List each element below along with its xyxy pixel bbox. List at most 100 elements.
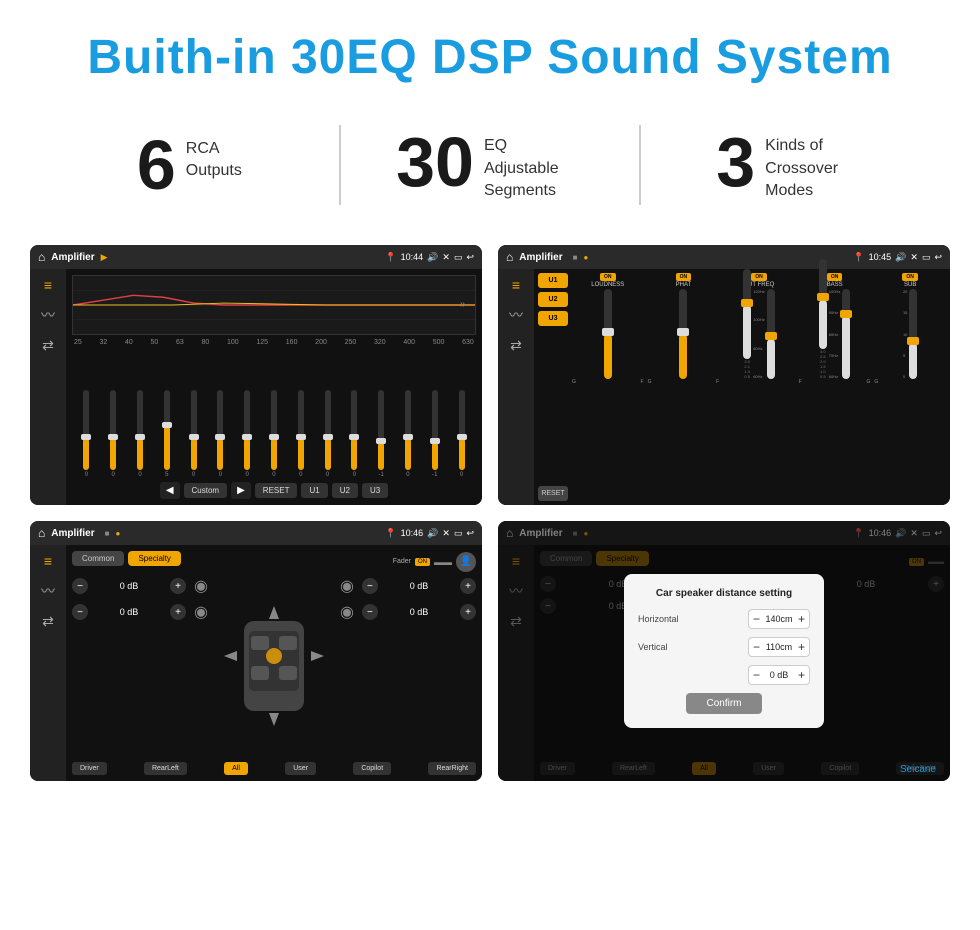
amp-top-row: ON LOUDNESS GF — [572, 273, 946, 385]
amp-reset-btn[interactable]: RESET — [538, 486, 568, 501]
time-3: 10:46 — [401, 528, 424, 538]
eq-prev-button[interactable]: ◀ — [160, 482, 180, 499]
loudness-label: LOUDNESS — [591, 282, 624, 288]
amp-loudness: ON LOUDNESS GF — [572, 273, 644, 385]
time-1: 10:44 — [401, 252, 424, 262]
fader-tab-specialty[interactable]: Specialty — [128, 551, 180, 566]
fader-plus-1[interactable]: + — [170, 578, 186, 594]
bass-scale: FG — [799, 379, 871, 385]
stat-label-rca: RCAOutputs — [186, 130, 242, 183]
fader-sidebar: ≡ 〰 ⇄ — [30, 545, 66, 781]
eq-slider-8: 0 — [288, 390, 313, 478]
fader-sidebar-icon-2[interactable]: 〰 — [41, 581, 55, 601]
fader-user-icon[interactable]: 👤 — [456, 552, 476, 572]
fader-db-row-4: ◉ − 0 dB + — [340, 602, 476, 622]
amp-phat: ON PHAT GF — [648, 273, 720, 385]
sidebar-arrow-icon[interactable]: ⇄ — [42, 337, 54, 354]
amp-cutfreq: ON CUT FREQ 3.02.11.30.5 — [723, 273, 795, 385]
amp-u2-btn[interactable]: U2 — [538, 292, 568, 307]
loudness-on-tag: ON — [600, 273, 616, 281]
fader-tabs: Common Specialty — [72, 551, 181, 566]
eq-next-button[interactable]: ▶ — [231, 482, 251, 499]
speaker-bottom-right-icon: ◉ — [340, 602, 354, 622]
close-icon-3: ✕ — [442, 528, 450, 539]
location-icon-2: 📍 — [853, 252, 864, 263]
amp-u1-btn[interactable]: U1 — [538, 273, 568, 288]
fader-minus-1[interactable]: − — [72, 578, 88, 594]
fader-tab-common[interactable]: Common — [72, 551, 124, 566]
watermark: Seicane — [896, 760, 940, 779]
fader-plus-2[interactable]: + — [170, 604, 186, 620]
location-icon: 📍 — [385, 252, 396, 263]
window-icon-2: ▭ — [922, 252, 931, 263]
dialog-db-input: − 0 dB + — [748, 665, 810, 685]
fader-user-btn[interactable]: User — [285, 762, 316, 775]
dialog-horizontal-plus[interactable]: + — [798, 612, 805, 626]
fader-driver-btn[interactable]: Driver — [72, 762, 107, 775]
stat-crossover: 3 Kinds ofCrossover Modes — [661, 127, 920, 202]
fader-plus-4[interactable]: + — [460, 604, 476, 620]
amp-sidebar-icon-1[interactable]: ≡ — [512, 277, 520, 293]
dialog-vertical-minus[interactable]: − — [753, 640, 760, 654]
sidebar-eq-icon[interactable]: ≡ — [44, 277, 52, 293]
sidebar-wave-icon[interactable]: 〰 — [41, 305, 55, 325]
fader-db-val-2: 0 dB — [92, 607, 166, 617]
eq-custom-button[interactable]: Custom — [184, 483, 228, 498]
dialog-db-minus[interactable]: − — [753, 668, 760, 682]
bass-sliders: 3.02.52.01.51.00.5 100Hz90Hz80Hz70Hz60Hz — [819, 289, 851, 379]
eq-u2-button[interactable]: U2 — [332, 483, 358, 498]
eq-bottom-controls: ◀ Custom ▶ RESET U1 U2 U3 — [72, 482, 476, 499]
back-icon-3: ↩ — [466, 528, 474, 539]
fader-sidebar-icon-1[interactable]: ≡ — [44, 553, 52, 569]
speaker-top-left-icon: ◉ — [194, 576, 208, 596]
fader-minus-4[interactable]: − — [362, 604, 378, 620]
dot-icon-3: ● — [115, 529, 120, 538]
page-header: Buith-in 30EQ DSP Sound System — [0, 0, 980, 105]
amp-sidebar-icon-3[interactable]: ⇄ — [510, 337, 522, 354]
status-bar-2: ⌂ Amplifier ■ ● 📍 10:45 🔊 ✕ ▭ ↩ — [498, 245, 950, 269]
speaker-icon-1: 🔊 — [427, 252, 438, 263]
fader-minus-3[interactable]: − — [362, 578, 378, 594]
speaker-bottom-left-icon: ◉ — [194, 602, 208, 622]
dialog-vertical-row: Vertical − 110cm + — [638, 637, 810, 657]
home-icon-3[interactable]: ⌂ — [38, 526, 45, 540]
status-left-2: ⌂ Amplifier ■ ● — [506, 250, 588, 264]
amp-sidebar-icon-2[interactable]: 〰 — [509, 305, 523, 325]
eq-u1-button[interactable]: U1 — [301, 483, 327, 498]
dialog-db-plus[interactable]: + — [798, 668, 805, 682]
eq-graph: » — [72, 275, 476, 335]
home-icon-2[interactable]: ⌂ — [506, 250, 513, 264]
eq-slider-5: 0 — [208, 390, 233, 478]
eq-slider-1: 0 — [101, 390, 126, 478]
divider-1 — [339, 125, 341, 205]
amp-u3-btn[interactable]: U3 — [538, 311, 568, 326]
close-icon-2: ✕ — [910, 252, 918, 263]
loudness-slider — [572, 289, 644, 379]
fader-minus-2[interactable]: − — [72, 604, 88, 620]
bass-label: BASS — [827, 282, 843, 288]
fader-rearright-btn[interactable]: RearRight — [428, 762, 476, 775]
amp-u-buttons: U1 U2 U3 RESET — [538, 273, 568, 501]
speaker-top-right-icon: ◉ — [340, 576, 354, 596]
fader-copilot-btn[interactable]: Copilot — [353, 762, 391, 775]
cutfreq-sliders: 3.02.11.30.5 120Hz100Hz80Hz60Hz — [743, 289, 775, 379]
status-left-1: ⌂ Amplifier ▶ — [38, 250, 108, 264]
dot-icon: ● — [583, 253, 588, 262]
confirm-button[interactable]: Confirm — [686, 693, 761, 714]
fader-sidebar-icon-3[interactable]: ⇄ — [42, 613, 54, 630]
fader-all-btn[interactable]: All — [224, 762, 248, 775]
dialog-horizontal-minus[interactable]: − — [753, 612, 760, 626]
home-icon-1[interactable]: ⌂ — [38, 250, 45, 264]
dialog-db-row: − 0 dB + — [638, 665, 810, 685]
dialog-horizontal-value: 140cm — [764, 614, 794, 624]
app-title-1: Amplifier — [51, 252, 94, 263]
status-bar-1: ⌂ Amplifier ▶ 📍 10:44 🔊 ✕ ▭ ↩ — [30, 245, 482, 269]
fader-rearleft-btn[interactable]: RearLeft — [144, 762, 187, 775]
fader-plus-3[interactable]: + — [460, 578, 476, 594]
eq-u3-button[interactable]: U3 — [362, 483, 388, 498]
status-right-2: 📍 10:45 🔊 ✕ ▭ ↩ — [853, 252, 942, 263]
eq-reset-button[interactable]: RESET — [255, 483, 298, 498]
sub-scale-labels: G — [874, 379, 946, 385]
phat-on-tag: ON — [676, 273, 692, 281]
dialog-vertical-plus[interactable]: + — [798, 640, 805, 654]
